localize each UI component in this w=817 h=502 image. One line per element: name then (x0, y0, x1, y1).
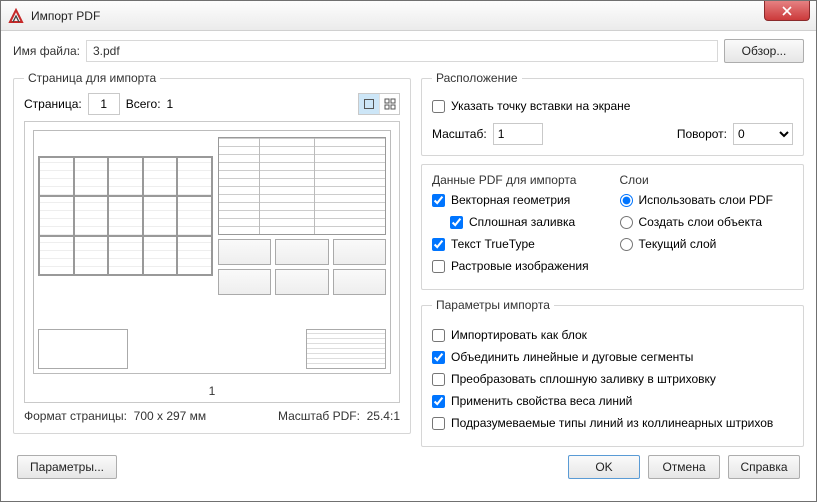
current-layer-radio[interactable]: Текущий слой (620, 235, 794, 253)
page-label: Страница: (24, 97, 82, 111)
view-single-icon[interactable] (359, 94, 379, 114)
preview-drawing (33, 130, 391, 374)
page-group-legend: Страница для импорта (24, 71, 160, 85)
ok-button[interactable]: OK (568, 455, 640, 479)
vector-check[interactable]: Векторная геометрия (432, 191, 606, 209)
truetype-check[interactable]: Текст TrueType (432, 235, 606, 253)
file-path-value: 3.pdf (93, 44, 120, 58)
titlebar: Импорт PDF (1, 1, 816, 31)
file-path-box: 3.pdf (86, 40, 718, 62)
pdfdata-legend: Данные PDF для импорта (432, 173, 606, 187)
pdf-scale: Масштаб PDF: 25.4:1 (278, 409, 400, 423)
window-title: Импорт PDF (31, 9, 764, 23)
convert-fill-check[interactable]: Преобразовать сплошную заливку в штрихов… (432, 370, 793, 388)
page-input[interactable] (88, 93, 120, 115)
rotation-label: Поворот: (677, 127, 727, 141)
options-button[interactable]: Параметры... (17, 455, 117, 479)
scale-label: Масштаб: (432, 127, 487, 141)
create-obj-layers-radio[interactable]: Создать слои объекта (620, 213, 794, 231)
total-label: Всего: (126, 97, 161, 111)
preview-page-number: 1 (25, 382, 399, 402)
apply-lineweight-check[interactable]: Применить свойства веса линий (432, 392, 793, 410)
specify-point-checkbox[interactable] (432, 100, 445, 113)
view-grid-icon[interactable] (379, 94, 399, 114)
total-value: 1 (167, 97, 174, 111)
layers-legend: Слои (620, 173, 794, 187)
app-icon (7, 7, 25, 25)
content: Имя файла: 3.pdf Обзор... Страница для и… (1, 31, 816, 489)
location-legend: Расположение (432, 71, 522, 85)
import-params-legend: Параметры импорта (432, 298, 554, 312)
as-block-check[interactable]: Импортировать как блок (432, 326, 793, 344)
view-toggle (358, 93, 400, 115)
import-pdf-dialog: Импорт PDF Имя файла: 3.pdf Обзор... Стр… (0, 0, 817, 502)
import-params-group: Параметры импорта Импортировать как блок… (421, 298, 804, 447)
infer-linetype-check[interactable]: Подразумеваемые типы линий из коллинеарн… (432, 414, 793, 432)
page-group: Страница для импорта Страница: Всего: 1 (13, 71, 411, 434)
file-label: Имя файла: (13, 44, 80, 58)
close-button[interactable] (764, 1, 810, 21)
pdf-data-group: Данные PDF для импорта Векторная геометр… (421, 164, 804, 290)
use-pdf-layers-radio[interactable]: Использовать слои PDF (620, 191, 794, 209)
page-preview[interactable]: 1 (24, 121, 400, 403)
help-button[interactable]: Справка (728, 455, 800, 479)
rotation-select[interactable]: 0 (733, 123, 793, 145)
solidfill-check[interactable]: Сплошная заливка (450, 213, 606, 231)
scale-input[interactable] (493, 123, 543, 145)
file-row: Имя файла: 3.pdf Обзор... (13, 39, 804, 63)
join-segments-check[interactable]: Объединить линейные и дуговые сегменты (432, 348, 793, 366)
browse-button[interactable]: Обзор... (724, 39, 804, 63)
location-group: Расположение Указать точку вставки на эк… (421, 71, 804, 156)
specify-point-check[interactable]: Указать точку вставки на экране (432, 97, 793, 115)
cancel-button[interactable]: Отмена (648, 455, 720, 479)
page-format: Формат страницы: 700 x 297 мм (24, 409, 206, 423)
raster-check[interactable]: Растровые изображения (432, 257, 606, 275)
